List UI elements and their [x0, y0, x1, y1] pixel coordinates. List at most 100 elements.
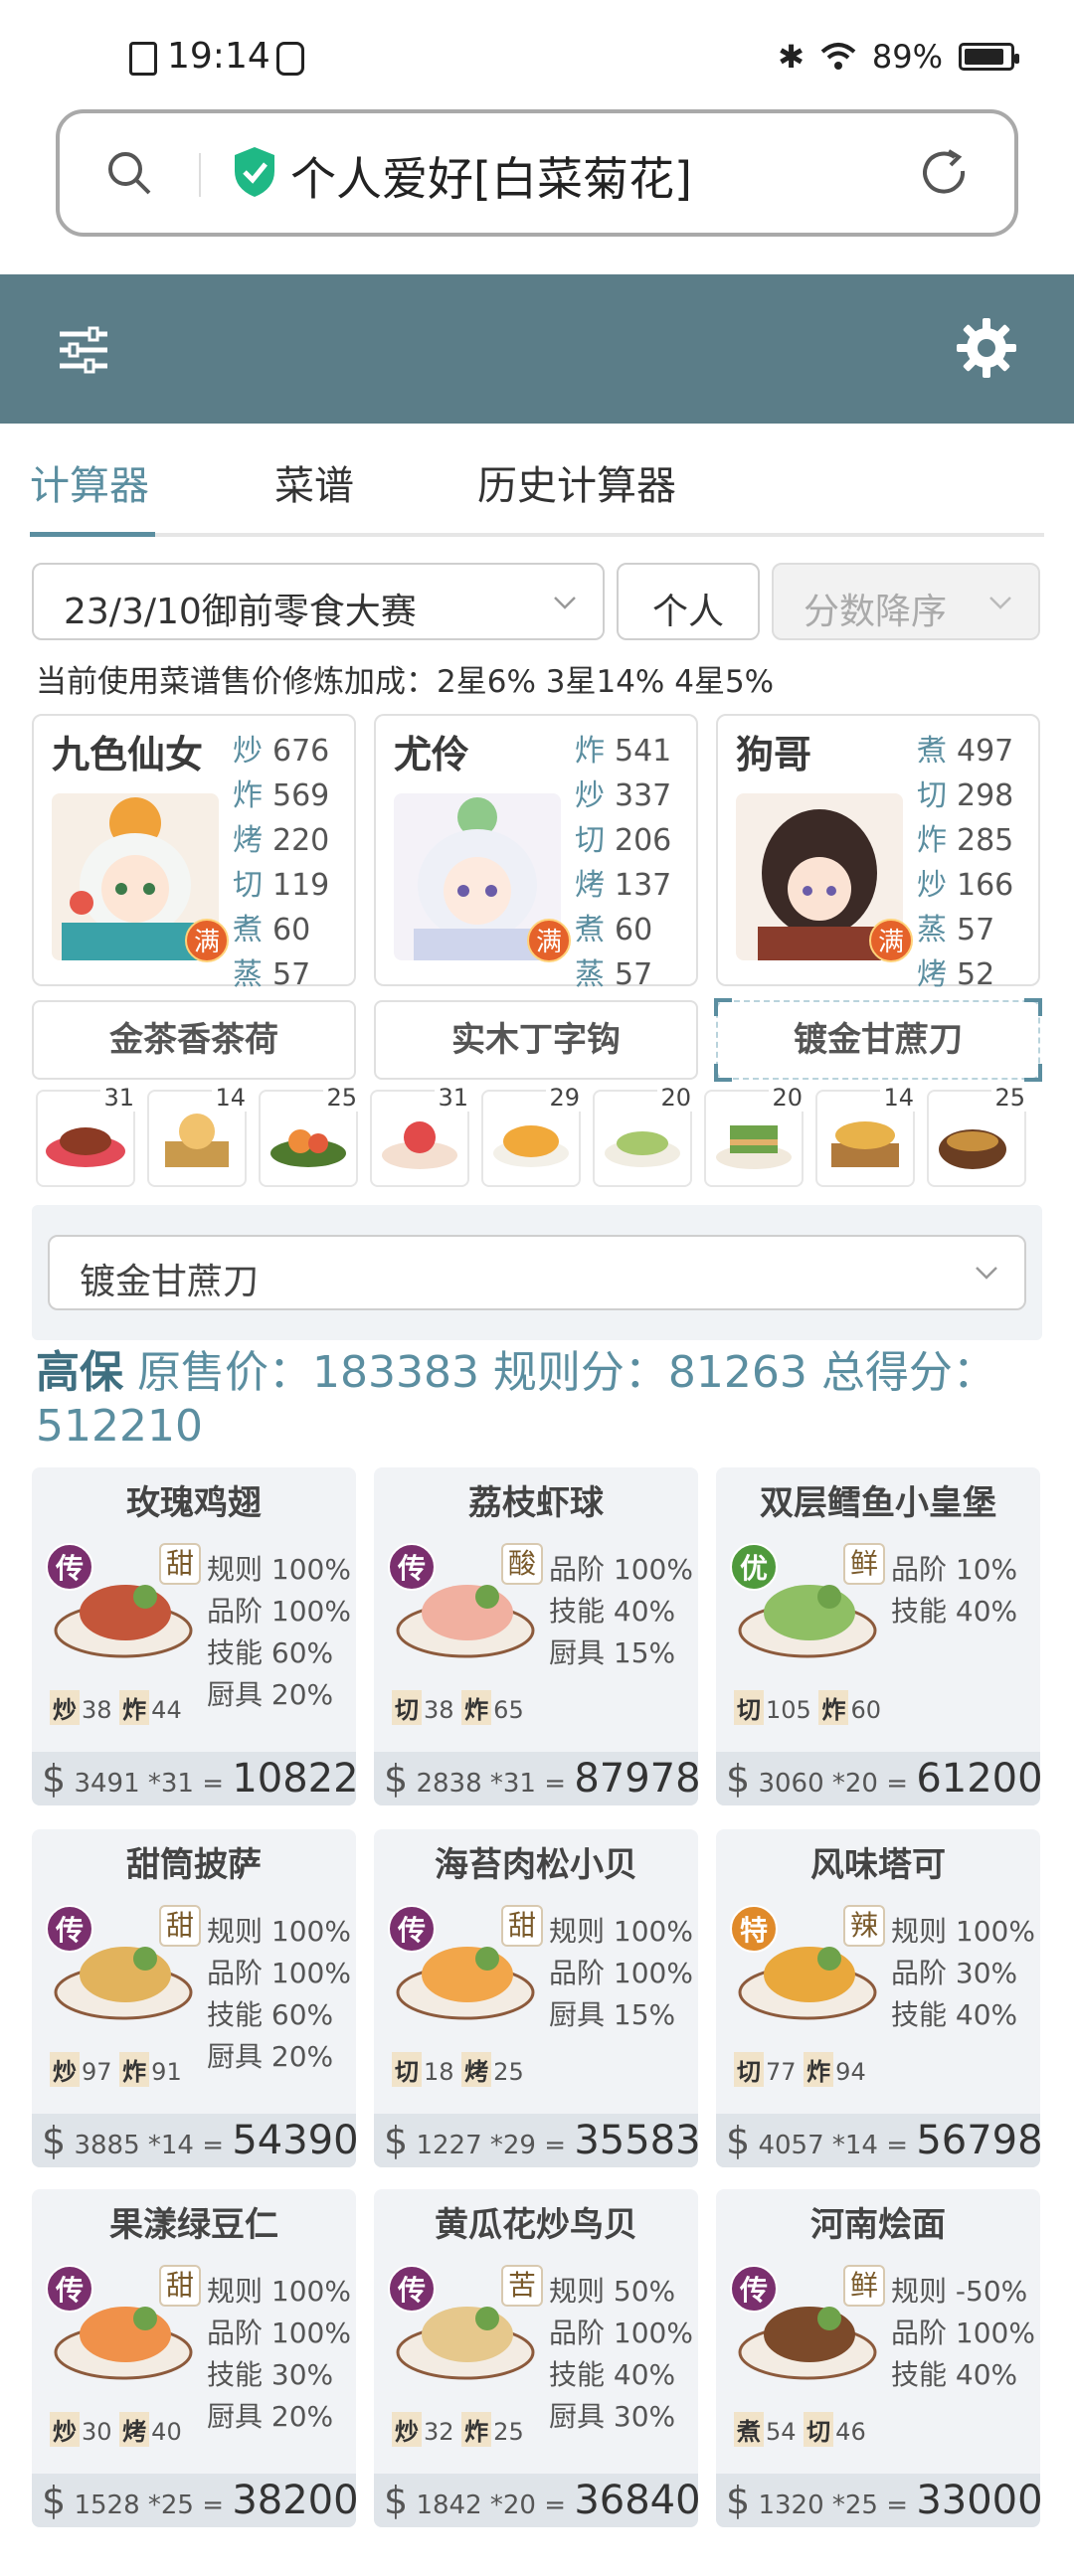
equals-sign: = — [544, 2131, 575, 2160]
recipe-skill-requirements: 切 18 烤 25 — [392, 2052, 524, 2087]
chef-name: 尤伶 — [394, 733, 470, 776]
filter-settings-icon[interactable] — [54, 320, 113, 380]
flavor-badge: 鲜 — [843, 2265, 885, 2307]
skill-type: 炸 — [461, 1690, 492, 1725]
recipe-card[interactable]: 果漾绿豆仁 传 甜 规则 100% 品阶 100% 技能 30% 厨具 20% 炒 30… — [32, 2189, 356, 2527]
recipe-price: 1227 — [416, 2131, 482, 2160]
modifier-line: 技能 40% — [891, 1998, 1018, 2031]
equals-sign: = — [544, 2490, 575, 2520]
recipe-thumb[interactable]: 31 — [370, 1084, 471, 1187]
recipe-total: $ 3885 *14 = 54390 — [32, 2114, 356, 2167]
contest-select[interactable]: 23/3/10御前零食大赛 — [32, 563, 605, 640]
equals-sign: = — [202, 2131, 233, 2160]
recipe-card[interactable]: 风味塔可 特 辣 规则 100% 品阶 30% 技能 40% 切 77 炸 94 $ 4… — [716, 1829, 1040, 2167]
recipe-card[interactable]: 海苔肉松小贝 传 甜 规则 100% 品阶 100% 厨具 15% 切 18 烤 25 … — [374, 1829, 698, 2167]
mode-select[interactable]: 个人 — [617, 563, 760, 640]
chef-name: 狗哥 — [736, 733, 812, 776]
full-badge: 满 — [869, 919, 913, 962]
recipe-count: 14 — [212, 1084, 249, 1112]
equals-sign: = — [544, 1769, 575, 1799]
recipe-card[interactable]: 玫瑰鸡翅 传 甜 规则 100% 品阶 100% 技能 60% 厨具 20% 炒 38 … — [32, 1467, 356, 1805]
score-text: 原售价：183383 规则分：81263 总得分：512210 — [36, 1347, 996, 1452]
recipe-card[interactable]: 荔枝虾球 传 酸 品阶 100% 技能 40% 厨具 15% 切 38 炸 65 $ 2… — [374, 1467, 698, 1805]
contest-select-value: 23/3/10御前零食大赛 — [64, 592, 417, 632]
recipe-multiplier: *20 — [831, 1769, 878, 1799]
chevron-down-icon — [554, 597, 576, 609]
equipment-panel: 镀金甘蔗刀 — [32, 1205, 1042, 1340]
recipe-count: 20 — [657, 1084, 694, 1112]
gear-icon[interactable] — [955, 316, 1018, 380]
recipe-thumb[interactable]: 20 — [593, 1084, 694, 1187]
score-summary: 高保 原售价：183383 规则分：81263 总得分：512210 — [36, 1346, 1040, 1454]
skill-value: 46 — [835, 2418, 866, 2446]
dollar-icon: $ — [42, 2479, 67, 2522]
modifier-line: 品阶 10% — [891, 1553, 1018, 1586]
recipe-thumb[interactable]: 25 — [927, 1084, 1028, 1187]
recipe-price: 1842 — [416, 2490, 482, 2520]
recipe-total: $ 4057 *14 = 56798 — [716, 2114, 1040, 2167]
tab-calculator[interactable]: 计算器 — [30, 453, 149, 511]
bonus-text: 当前使用菜谱售价修炼加成：2星6% 3星14% 4星5% — [36, 664, 775, 700]
equipment-select[interactable]: 镀金甘蔗刀 — [48, 1235, 1026, 1310]
skill-value: 25 — [493, 2058, 524, 2086]
recipe-skill-requirements: 炒 97 炸 91 — [50, 2052, 182, 2087]
recipe-total: $ 3060 *20 = 61200 — [716, 1752, 1040, 1805]
skill-value: 65 — [493, 1696, 524, 1724]
sim-icon — [129, 42, 157, 76]
skill-type: 切 — [734, 2052, 764, 2087]
recipe-price: 3885 — [74, 2131, 140, 2160]
chevron-down-icon — [989, 597, 1011, 609]
recipe-total: $ 3491 *31 = 108221 — [32, 1752, 356, 1805]
recipe-card[interactable]: 双层鳕鱼小皇堡 优 鲜 品阶 10% 技能 40% 切 105 炸 60 $ 3060… — [716, 1467, 1040, 1805]
skill-type: 炒 — [50, 1690, 80, 1725]
recipe-thumb[interactable]: 14 — [147, 1084, 249, 1187]
modifier-line: 品阶 100% — [207, 1957, 351, 1989]
flavor-badge: 苦 — [501, 2265, 543, 2307]
modifier-line: 厨具 20% — [207, 2040, 334, 2073]
recipe-name: 风味塔可 — [810, 1845, 946, 1885]
equipment-slot[interactable]: 实木丁字钩 — [374, 1000, 698, 1080]
recipe-skill-requirements: 炒 38 炸 44 — [50, 1690, 182, 1725]
recipe-card[interactable]: 黄瓜花炒鸟贝 传 苦 规则 50% 品阶 100% 技能 40% 厨具 30% 炒 32… — [374, 2189, 698, 2527]
tab-recipes[interactable]: 菜谱 — [274, 453, 354, 511]
recipe-thumb[interactable]: 20 — [704, 1084, 806, 1187]
flavor-badge: 甜 — [159, 1543, 201, 1585]
recipe-count: 25 — [991, 1084, 1028, 1112]
modifier-line: 规则 100% — [891, 1915, 1035, 1948]
recipe-price: 2838 — [416, 1769, 482, 1799]
recipe-modifiers: 规则 50% 品阶 100% 技能 40% 厨具 30% — [549, 2271, 693, 2438]
tab-history-calculator[interactable]: 历史计算器 — [477, 453, 676, 511]
modifier-line: 规则 50% — [549, 2275, 676, 2308]
search-icon[interactable] — [105, 149, 153, 197]
recipe-card[interactable]: 甜筒披萨 传 甜 规则 100% 品阶 100% 技能 60% 厨具 20% 炒 97 … — [32, 1829, 356, 2167]
recipe-name: 甜筒披萨 — [126, 1845, 262, 1885]
address-bar[interactable]: 个人爱好[白菜菊花] — [56, 109, 1018, 237]
sort-select[interactable]: 分数降序 — [772, 563, 1040, 640]
mode-select-value: 个人 — [651, 592, 724, 632]
equipment-slot-selected[interactable]: 镀金甘蔗刀 — [714, 998, 1042, 1082]
rarity-badge: 传 — [46, 2265, 93, 2313]
chevron-down-icon — [976, 1267, 997, 1280]
recipe-card[interactable]: 河南烩面 传 鲜 规则 -50% 品阶 100% 技能 40% 煮 54 切 46 $ … — [716, 2189, 1040, 2527]
recipe-thumb[interactable]: 14 — [815, 1084, 917, 1187]
recipe-multiplier: *29 — [489, 2131, 536, 2160]
status-bar: 19:14 ✱ 89% — [0, 0, 1074, 109]
modifier-line: 品阶 100% — [549, 1553, 693, 1586]
equipment-slot[interactable]: 金茶香茶荷 — [32, 1000, 356, 1080]
flavor-badge: 酸 — [501, 1543, 543, 1585]
skill-value: 77 — [766, 2058, 805, 2086]
recipe-skill-requirements: 炒 32 炸 25 — [392, 2412, 524, 2447]
selection-corner — [714, 1064, 732, 1082]
chef-card[interactable]: 尤伶 满 炸 541 炒 337 切 206 烤 137 煮 60 蒸 57 — [374, 714, 698, 992]
modifier-line: 厨具 15% — [549, 1636, 676, 1669]
selection-corner — [1024, 1064, 1042, 1082]
chef-card[interactable]: 九色仙女 满 炒 676 炸 569 烤 220 切 119 煮 60 蒸 57 — [32, 714, 356, 992]
recipe-thumb[interactable]: 29 — [481, 1084, 583, 1187]
recipe-price: 1528 — [74, 2490, 140, 2520]
chef-skills: 炸 541 炒 337 切 206 烤 137 煮 60 蒸 57 — [575, 734, 672, 992]
recipe-total: $ 1320 *25 = 33000 — [716, 2474, 1040, 2527]
recipe-thumb[interactable]: 31 — [36, 1084, 137, 1187]
chef-card[interactable]: 狗哥 满 煮 497 切 298 炸 285 炒 166 蒸 57 烤 52 — [716, 714, 1040, 992]
reload-icon[interactable] — [919, 147, 971, 199]
recipe-thumb[interactable]: 25 — [259, 1084, 360, 1187]
